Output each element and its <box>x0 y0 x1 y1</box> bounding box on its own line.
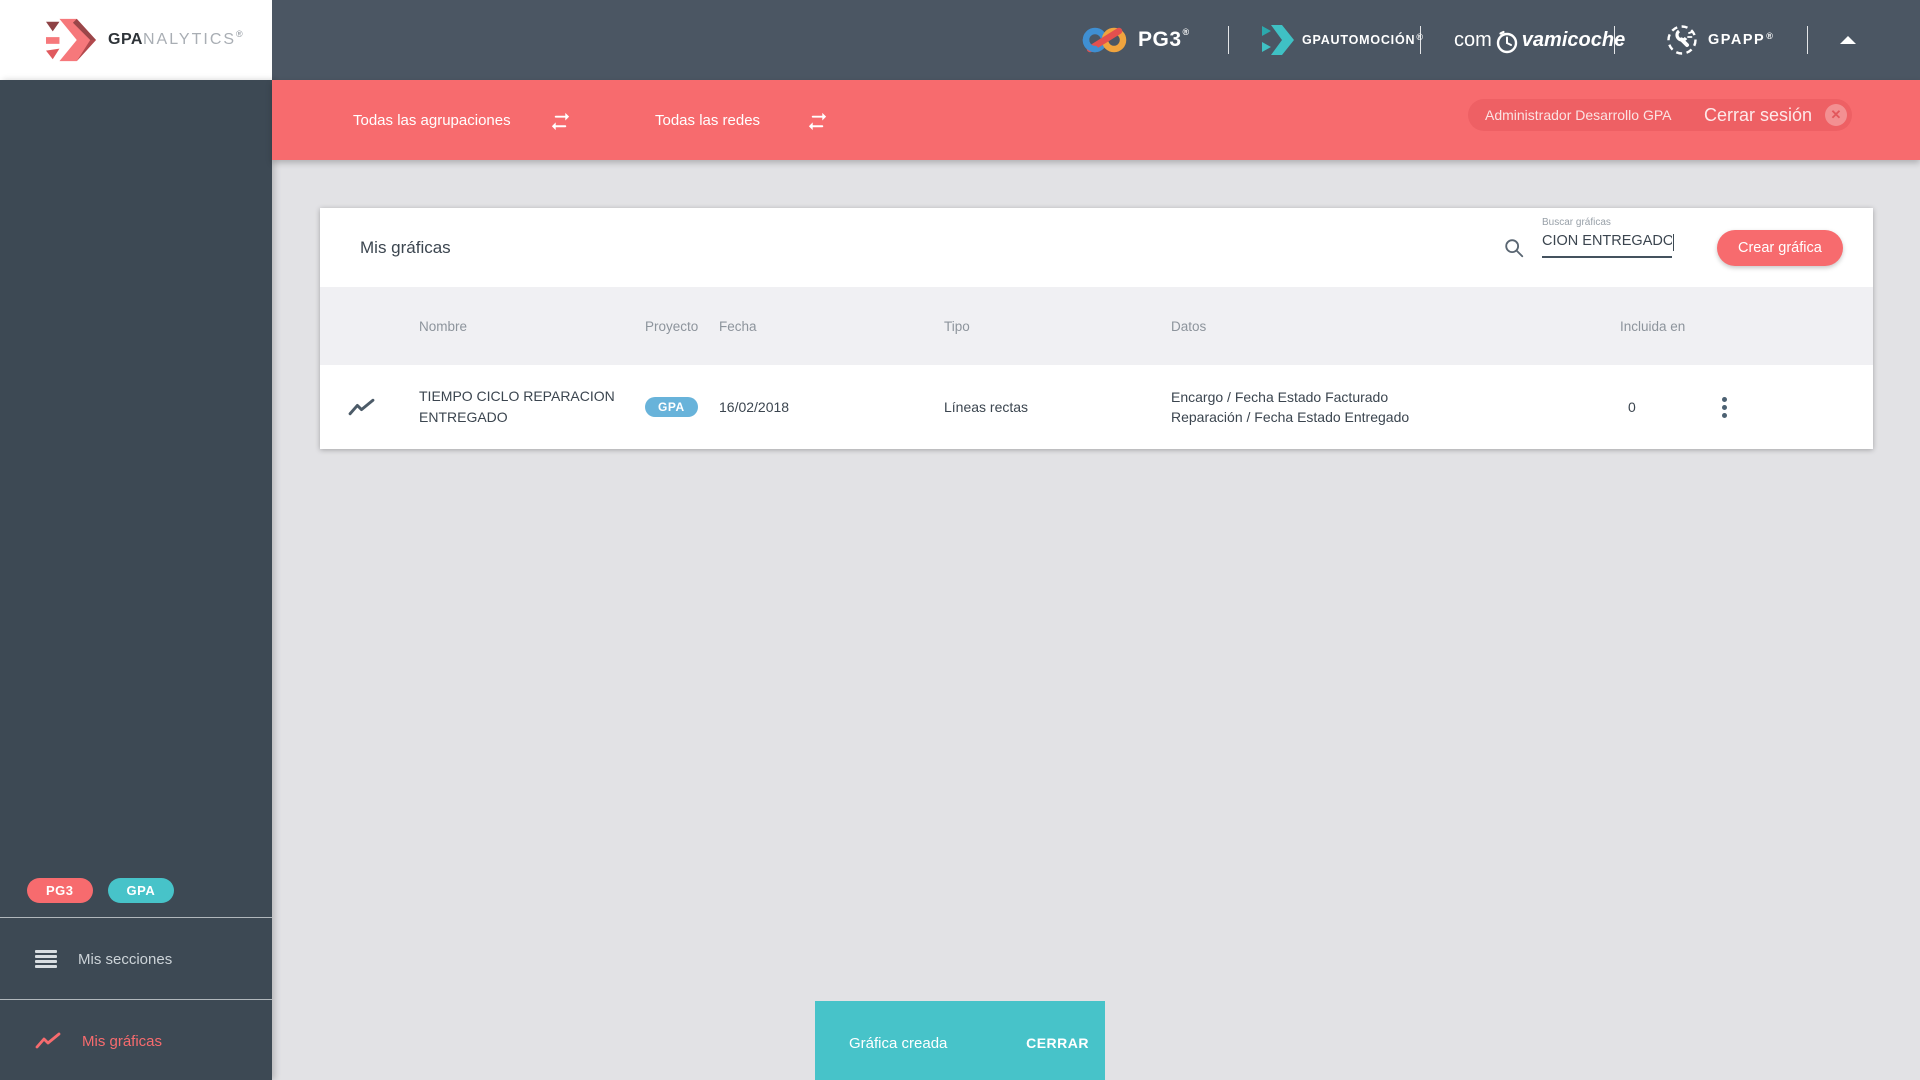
comovamicoche-logo[interactable]: com vamicoche <box>1454 0 1625 80</box>
chart-line-icon <box>35 1032 61 1049</box>
search-input[interactable] <box>1542 233 1672 258</box>
create-chart-button[interactable]: Crear gráfica <box>1717 230 1843 266</box>
top-header: GPANALYTICS® PG3® GPAUTOMOCIÓN® com vami… <box>0 0 1920 80</box>
redes-select[interactable]: Todas las redes <box>655 80 829 160</box>
filter-bar: Todas las agrupaciones Todas las redes A… <box>272 80 1920 160</box>
user-session-pill: Administrador Desarrollo GPA Cerrar sesi… <box>1468 99 1852 131</box>
close-session-icon: ✕ <box>1825 104 1847 126</box>
column-header-nombre: Nombre <box>419 318 468 334</box>
gpautomocion-arrow-icon <box>1262 25 1294 55</box>
toast-message: Gráfica creada <box>849 1034 948 1052</box>
sidebar-item-mis-graficas[interactable]: Mis gráficas <box>0 1000 272 1080</box>
menu-icon <box>35 950 57 968</box>
sidebar-item-label: Mis secciones <box>78 950 173 968</box>
row-datos: Encargo / Fecha Estado Facturado Reparac… <box>1171 388 1410 425</box>
swap-icon <box>551 112 569 130</box>
kebab-menu-button[interactable] <box>1709 387 1739 427</box>
clock-icon <box>1496 30 1517 54</box>
pg3-infinity-icon <box>1082 27 1127 53</box>
row-incluida-en: 0 <box>1628 399 1636 415</box>
toast-notification: Gráfica creada CERRAR <box>815 1001 1105 1080</box>
sidebar-item-mis-secciones[interactable]: Mis secciones <box>0 918 272 1000</box>
table-header-row: Nombre Proyecto Fecha Tipo Datos Incluid… <box>320 287 1873 365</box>
search-field: Buscar gráficas <box>1542 217 1674 258</box>
agrupaciones-label: Todas las agrupaciones <box>353 111 511 129</box>
swap-icon <box>808 112 827 130</box>
agrupaciones-select[interactable]: Todas las agrupaciones <box>353 80 572 160</box>
triangle-up-icon <box>1840 36 1856 44</box>
mis-graficas-card: Mis gráficas Buscar gráficas Crear gráfi… <box>320 208 1873 449</box>
user-name: Administrador Desarrollo GPA <box>1485 107 1672 123</box>
gpautomocion-logo[interactable]: GPAUTOMOCIÓN® <box>1262 0 1424 80</box>
sidebar: PG3 GPA Mis secciones Mis gráficas <box>0 80 272 1080</box>
card-header: Mis gráficas Buscar gráficas Crear gráfi… <box>320 208 1873 287</box>
chart-line-icon <box>348 398 375 415</box>
header-divider <box>1228 26 1229 54</box>
column-header-tipo: Tipo <box>944 318 970 334</box>
search-field-label: Buscar gráficas <box>1542 217 1611 228</box>
header-divider <box>1807 26 1808 54</box>
gpa-arrow-icon <box>46 18 96 62</box>
redes-label: Todas las redes <box>655 111 761 129</box>
sidebar-badges: PG3 GPA <box>27 878 175 903</box>
header-divider <box>1614 26 1615 54</box>
toast-close-button[interactable]: CERRAR <box>1026 1035 1089 1051</box>
project-badge: GPA <box>645 397 698 417</box>
table-row[interactable]: TIEMPO CICLO REPARACION ENTREGADO GPA 16… <box>320 365 1873 449</box>
text-caret <box>1672 234 1674 251</box>
row-tipo: Líneas rectas <box>944 399 1029 415</box>
column-header-incluida-en: Incluida en <box>1620 318 1686 334</box>
column-header-datos: Datos <box>1171 318 1207 334</box>
logout-button[interactable]: Cerrar sesión ✕ <box>1704 104 1852 126</box>
gpapp-logo[interactable]: GPAPP® <box>1666 0 1774 80</box>
collapse-header-button[interactable] <box>1834 0 1862 80</box>
search-icon <box>1505 239 1524 258</box>
gpanalytics-logo[interactable]: GPANALYTICS® <box>0 0 272 80</box>
column-header-fecha: Fecha <box>719 318 757 334</box>
wrench-icon <box>1667 25 1697 55</box>
page-title: Mis gráficas <box>360 237 451 257</box>
pg3-badge[interactable]: PG3 <box>27 878 93 903</box>
row-nombre: TIEMPO CICLO REPARACION ENTREGADO <box>419 388 615 425</box>
row-fecha: 16/02/2018 <box>719 399 790 415</box>
brand-text: GPANALYTICS® <box>108 29 244 48</box>
gpa-badge[interactable]: GPA <box>107 878 175 903</box>
search-button[interactable] <box>1503 237 1525 264</box>
header-divider <box>1420 26 1421 54</box>
pg3-logo[interactable]: PG3® <box>1082 0 1190 80</box>
sidebar-item-label: Mis gráficas <box>82 1032 163 1050</box>
column-header-proyecto: Proyecto <box>645 318 699 334</box>
